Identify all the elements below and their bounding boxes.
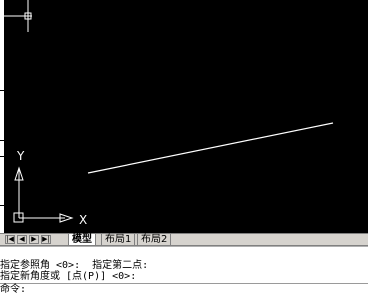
crosshair-cursor-icon <box>0 0 32 32</box>
ucs-icon <box>13 166 74 223</box>
command-window[interactable]: 指定参照角 <0>: 指定第二点: 指定新角度或 [点(P)] <0>: 命令: <box>0 246 368 295</box>
drawing-svg <box>13 122 334 223</box>
command-input[interactable] <box>26 284 356 295</box>
command-prompt: 命令: <box>0 284 27 295</box>
ucs-y-label: Y <box>17 149 25 163</box>
ucs-x-label: X <box>79 213 88 227</box>
prev-tab-button[interactable]: ◀ <box>17 235 27 244</box>
last-tab-button[interactable]: ▶| <box>41 235 51 244</box>
command-history-line: 指定新角度或 [点(P)] <0>: <box>0 271 137 282</box>
first-tab-button[interactable]: |◀ <box>5 235 15 244</box>
next-tab-button[interactable]: ▶ <box>29 235 39 244</box>
tab-model[interactable]: 模型 <box>68 234 96 245</box>
line-entity[interactable] <box>87 122 334 174</box>
tab-layout1[interactable]: 布局1 <box>101 234 136 245</box>
drawing-area[interactable]: Y X <box>0 0 368 233</box>
layout-tab-bar: |◀ ◀ ▶ ▶| 模型 布局1 布局2 <box>0 233 368 246</box>
tab-layout2[interactable]: 布局2 <box>137 234 172 245</box>
